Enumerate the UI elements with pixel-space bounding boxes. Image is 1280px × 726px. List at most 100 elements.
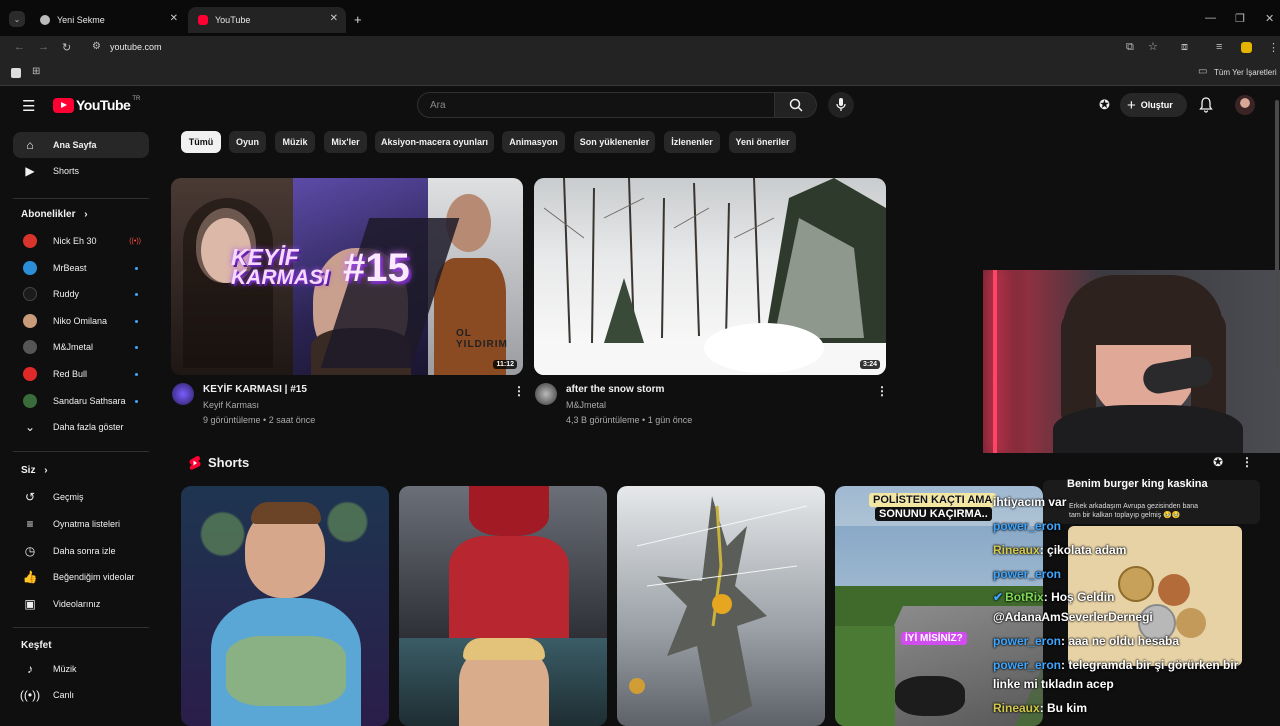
- channel-name[interactable]: Keyif Karması: [203, 400, 259, 410]
- voice-search-button[interactable]: [828, 92, 854, 118]
- chevron-down-icon: ⌄: [24, 420, 36, 434]
- video-thumbnail[interactable]: KEYİF KARMASI #15 OL YILDIRIM 11:12: [171, 178, 523, 375]
- channel-avatar: [23, 261, 37, 275]
- game-character-image: [629, 496, 808, 726]
- chat-username: Rineaux: [993, 543, 1040, 557]
- show-more-button[interactable]: ⌄ Daha fazla göster: [13, 414, 149, 440]
- video-title[interactable]: KEYİF KARMASI | #15: [203, 384, 307, 395]
- chip[interactable]: Oyun: [229, 131, 266, 153]
- restore-icon[interactable]: ❐: [1235, 12, 1245, 25]
- sidebar-item-subscription[interactable]: Red Bull: [13, 361, 149, 387]
- sidebar-item-history[interactable]: ↺ Geçmiş: [13, 484, 149, 510]
- search-button[interactable]: [775, 92, 817, 118]
- browser-menu-icon[interactable]: ⋮: [1268, 41, 1279, 54]
- search-input[interactable]: Ara: [417, 92, 775, 118]
- address-bar[interactable]: ⚙ youtube.com ⧉ ☆: [84, 38, 1174, 58]
- short-card[interactable]: [181, 486, 389, 726]
- sidebar-item-label: Canlı: [53, 690, 75, 700]
- chip[interactable]: İzlenenler: [664, 131, 720, 153]
- sidebar-item-subscription[interactable]: MrBeast: [13, 255, 149, 281]
- chat-text: : Bu kim: [1039, 701, 1088, 715]
- menu-hamburger-icon[interactable]: ☰: [22, 97, 35, 115]
- page-scrollbar[interactable]: [1275, 100, 1279, 370]
- sidebar-item-music[interactable]: ♪ Müzik: [13, 656, 149, 682]
- tab-close-icon[interactable]: ✕: [170, 13, 178, 24]
- you-heading[interactable]: Siz ›: [21, 465, 48, 476]
- more-actions-icon[interactable]: ⋮: [1241, 455, 1253, 469]
- back-icon[interactable]: ←: [14, 41, 25, 53]
- tab-close-icon[interactable]: ✕: [330, 13, 338, 24]
- channel-avatar: [23, 287, 37, 301]
- avatar[interactable]: [1235, 95, 1255, 115]
- channel-avatar[interactable]: [172, 383, 194, 405]
- youtube-logo[interactable]: YouTube TR: [53, 96, 140, 113]
- profile-extension-icon[interactable]: [1241, 42, 1252, 53]
- all-bookmarks-link[interactable]: Tüm Yer İşaretleri: [1214, 68, 1277, 77]
- sidebar-item-home[interactable]: ⌂ Ana Sayfa: [13, 132, 149, 158]
- shorts-heading: Shorts: [208, 455, 250, 470]
- notifications-button[interactable]: [1199, 97, 1213, 118]
- plus-icon: +: [1127, 96, 1136, 114]
- channel-avatar: [23, 234, 37, 248]
- chip[interactable]: Son yüklenenler: [574, 131, 655, 153]
- more-actions-icon[interactable]: ⋮: [876, 384, 888, 398]
- search-placeholder: Ara: [430, 100, 446, 111]
- chip-all[interactable]: Tümü: [181, 131, 221, 153]
- media-control-icon[interactable]: ≡: [1216, 41, 1222, 53]
- tab-search-icon[interactable]: ⌄: [9, 11, 25, 27]
- chip[interactable]: Mix'ler: [324, 131, 367, 153]
- sidebar-item-liked-videos[interactable]: 👍 Beğendiğim videolar: [13, 564, 149, 590]
- popup-header: Benim burger king kaskina: [1067, 478, 1208, 490]
- sidebar-item-subscription[interactable]: Ruddy: [13, 281, 149, 307]
- forward-icon[interactable]: →: [38, 41, 49, 53]
- channel-avatar: [23, 314, 37, 328]
- new-tab-button[interactable]: +: [354, 12, 362, 27]
- sidebar-item-subscription[interactable]: Sandaru Sathsara: [13, 388, 149, 414]
- sidebar-item-playlists[interactable]: ≡ Oynatma listeleri: [13, 511, 149, 537]
- sidebar-item-subscription[interactable]: Niko Omilana: [13, 308, 149, 334]
- extensions-icon[interactable]: ⧈: [1181, 41, 1188, 54]
- sidebar-item-label: MrBeast: [53, 263, 87, 273]
- subscriptions-heading[interactable]: Abonelikler ›: [21, 209, 88, 220]
- verified-badge-icon: ✔: [993, 590, 1004, 604]
- tab-youtube[interactable]: YouTube ✕: [188, 7, 346, 33]
- tab-new-tab[interactable]: Yeni Sekme ✕: [30, 7, 186, 33]
- video-thumbnail[interactable]: 3:24: [534, 178, 886, 375]
- live-indicator-icon: ((•)): [129, 238, 141, 245]
- site-info-icon[interactable]: ⚙: [92, 41, 101, 52]
- reload-icon[interactable]: ↻: [62, 41, 71, 54]
- chip[interactable]: Yeni öneriler: [729, 131, 796, 153]
- sidebar-item-subscription[interactable]: M&Jmetal: [13, 334, 149, 360]
- microphone-icon: [836, 98, 846, 111]
- short-caption: SONUNU KAÇIRMA..: [875, 507, 992, 521]
- apps-square-icon[interactable]: [11, 68, 21, 78]
- create-button[interactable]: + Oluştur: [1120, 93, 1187, 117]
- channel-avatar[interactable]: [535, 383, 557, 405]
- video-title[interactable]: after the snow storm: [566, 384, 664, 395]
- bookmark-star-icon[interactable]: ☆: [1148, 40, 1158, 53]
- chip[interactable]: Animasyon: [502, 131, 565, 153]
- sidebar-item-your-videos[interactable]: ▣ Videolarınız: [13, 591, 149, 617]
- short-caption: İYİ MİSİNİZ?: [901, 632, 967, 645]
- install-app-icon[interactable]: ⧉: [1126, 41, 1134, 54]
- sidebar-item-shorts[interactable]: ▶ Shorts: [13, 158, 149, 184]
- sidebar-item-subscription[interactable]: Nick Eh 30 ((•)): [13, 228, 149, 254]
- chip[interactable]: Müzik: [275, 131, 315, 153]
- logo-text: YouTube: [76, 97, 131, 113]
- chat-message: Rineaux: çikolata adam: [993, 543, 1126, 557]
- short-card[interactable]: [399, 486, 607, 726]
- minimize-icon[interactable]: —: [1205, 12, 1216, 24]
- more-actions-icon[interactable]: ⋮: [513, 384, 525, 398]
- sidebar-item-watch-later[interactable]: ◷ Daha sonra izle: [13, 538, 149, 564]
- search-icon: [789, 98, 803, 112]
- red-suit: [449, 536, 569, 638]
- gamepad-icon[interactable]: ✪: [1099, 97, 1110, 113]
- sidebar-item-live[interactable]: ((•)) Canlı: [13, 682, 149, 708]
- close-icon[interactable]: ✕: [1265, 12, 1274, 25]
- chip[interactable]: Aksiyon-macera oyunları: [375, 131, 494, 153]
- popup-card: Benim burger king kaskina Erkek arkadaşı…: [1043, 478, 1260, 524]
- tab-groups-icon[interactable]: ⊞: [32, 66, 40, 77]
- chat-message: @AdanaAmSeverlerDernegi: [993, 610, 1153, 624]
- channel-name[interactable]: M&Jmetal: [566, 400, 606, 410]
- short-card[interactable]: [617, 486, 825, 726]
